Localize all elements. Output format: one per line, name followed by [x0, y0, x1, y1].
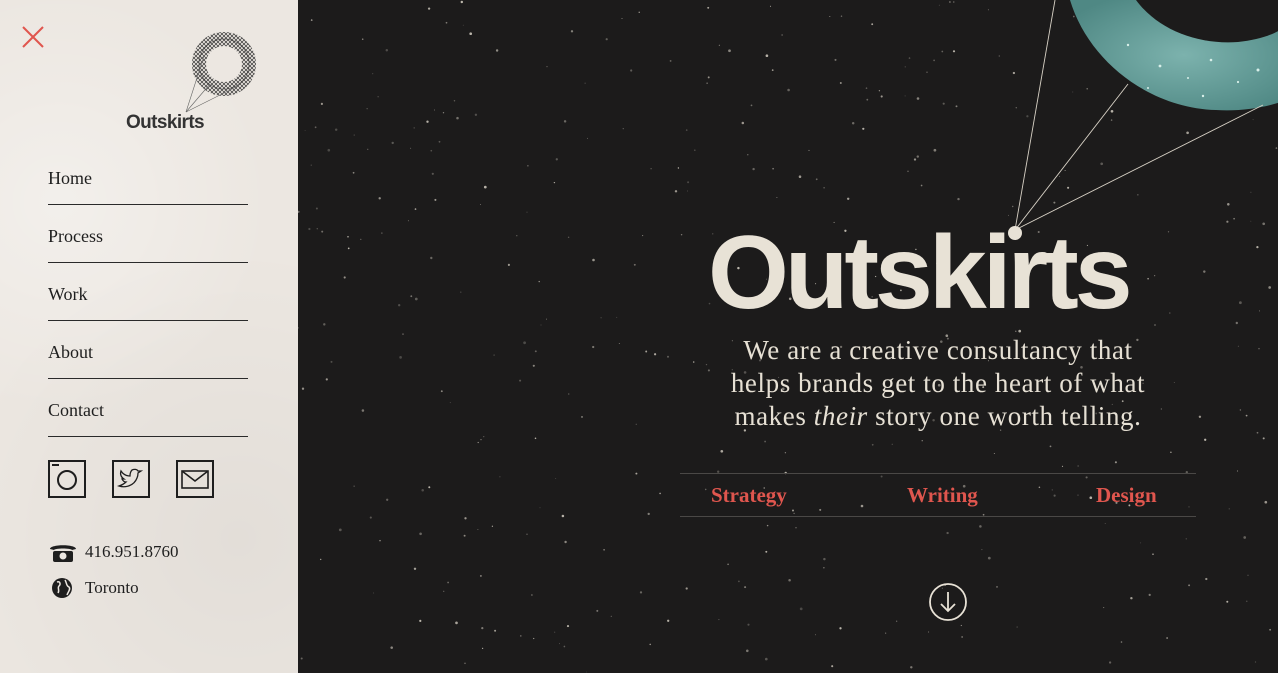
nav-item-home: Home — [48, 148, 248, 205]
location-row: Toronto — [48, 576, 139, 600]
hero-tagline: We are a creative consultancy that helps… — [678, 334, 1198, 433]
nav-link-process[interactable]: Process — [48, 226, 103, 247]
twitter-icon — [116, 468, 144, 488]
twitter-button[interactable] — [112, 460, 150, 498]
phone-icon — [48, 540, 78, 564]
brand-logo-text[interactable]: Outskirts — [126, 112, 205, 134]
nav-item-about: About — [48, 322, 248, 379]
hero-section: Outskirts We are a creative consultancy … — [298, 0, 1278, 673]
nav-item-process: Process — [48, 206, 248, 263]
social-links — [48, 460, 214, 498]
arrow-down-circle-icon — [929, 583, 967, 621]
sidebar-menu: Outskirts Home Process Work About Contac… — [0, 0, 298, 673]
nav-link-work[interactable]: Work — [48, 284, 88, 305]
globe-icon — [48, 576, 78, 600]
nav-link-about[interactable]: About — [48, 342, 93, 363]
instagram-icon — [52, 464, 77, 490]
close-menu-button[interactable] — [20, 24, 46, 50]
close-icon — [22, 26, 44, 48]
service-strategy-link[interactable]: Strategy — [711, 483, 787, 508]
instagram-button[interactable] — [48, 460, 86, 498]
tagline-line-2: helps brands get to the heart of what — [730, 368, 1146, 398]
phone-number[interactable]: 416.951.8760 — [85, 542, 179, 562]
nav-item-contact: Contact — [48, 380, 248, 437]
main-nav: Home Process Work About Contact — [48, 148, 248, 438]
nav-link-contact[interactable]: Contact — [48, 400, 104, 421]
service-design-link[interactable]: Design — [1096, 483, 1157, 508]
tagline-line-1: We are a creative consultancy that — [743, 335, 1133, 365]
tagline-emphasis: their — [813, 401, 868, 431]
nav-item-work: Work — [48, 264, 248, 321]
phone-row: 416.951.8760 — [48, 540, 179, 564]
services-bar: Strategy Writing Design — [680, 473, 1196, 517]
page: Outskirts Home Process Work About Contac… — [0, 0, 1278, 673]
nav-link-home[interactable]: Home — [48, 168, 92, 189]
tagline-line-3: makes their story one worth telling. — [734, 401, 1142, 431]
service-writing-link[interactable]: Writing — [907, 483, 978, 508]
email-icon — [181, 470, 209, 489]
location-text: Toronto — [85, 578, 139, 597]
hero-title: Outskirts — [708, 215, 1133, 331]
email-button[interactable] — [176, 460, 214, 498]
scroll-down-button[interactable] — [928, 582, 968, 622]
